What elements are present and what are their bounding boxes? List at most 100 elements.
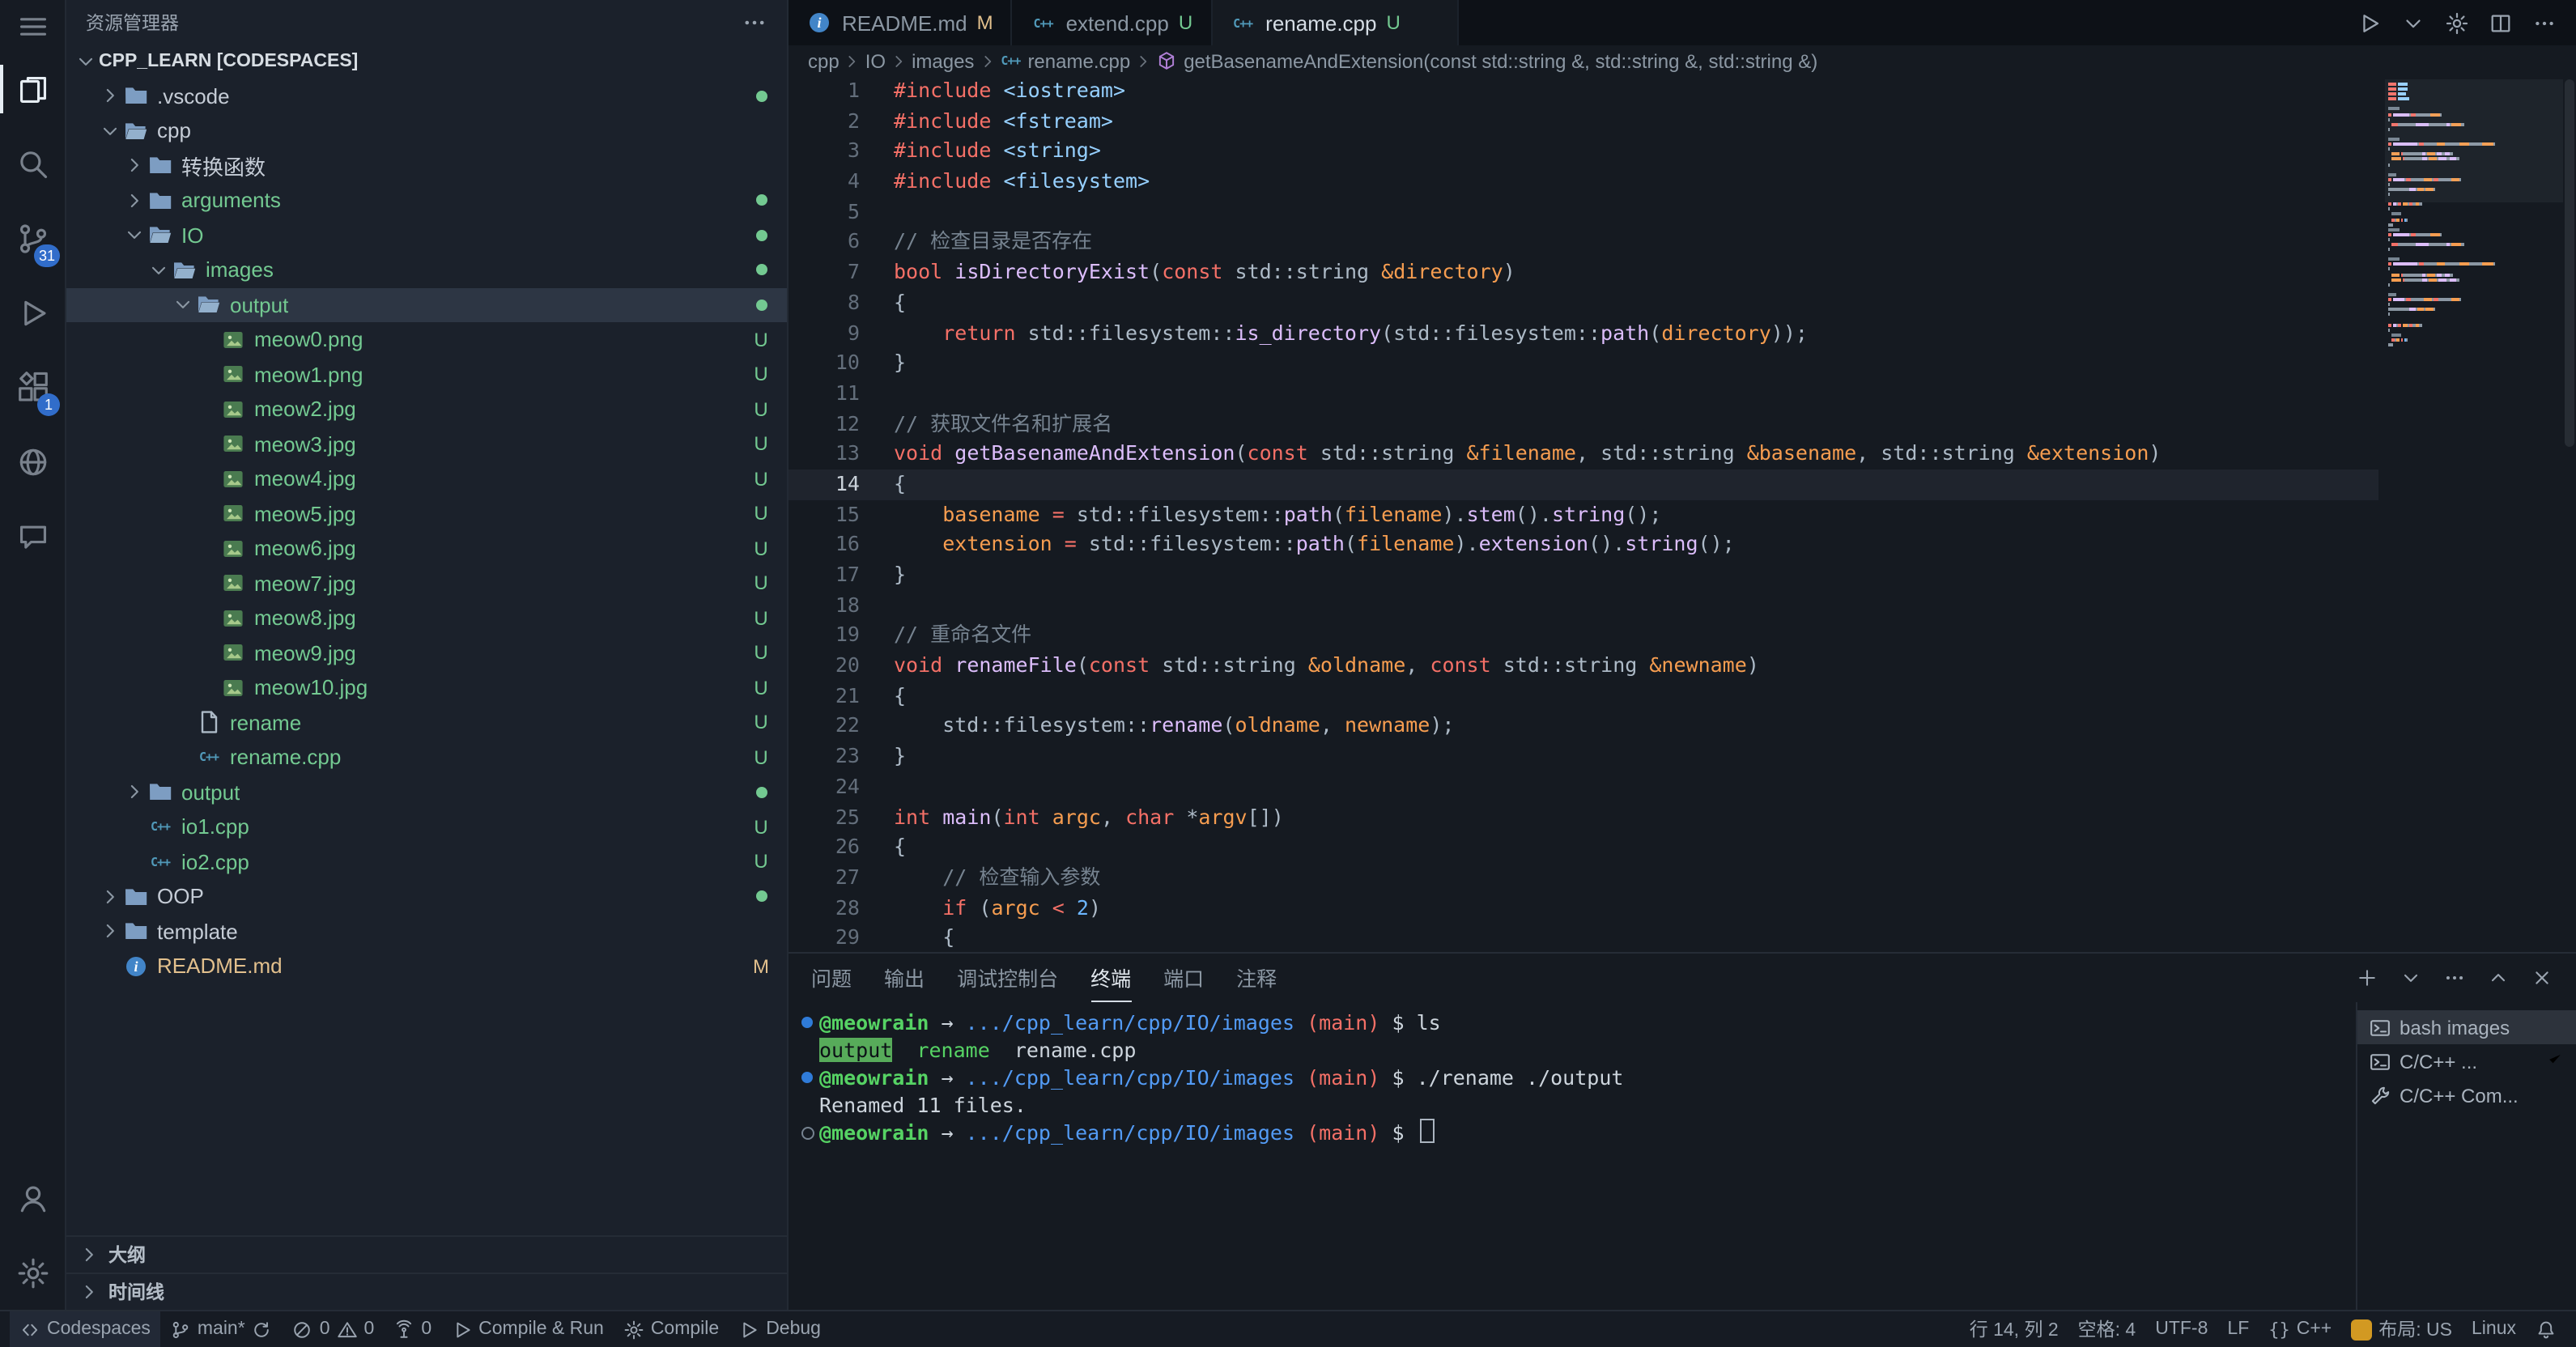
- status-notifications[interactable]: [2526, 1311, 2566, 1347]
- editor-action-ellipsis-icon[interactable]: [2532, 11, 2557, 35]
- tab-extend[interactable]: C++extend.cppU: [1013, 0, 1213, 45]
- tree-item-meow7.jpg[interactable]: meow7.jpgU: [66, 566, 787, 601]
- tree-item-meow10.jpg[interactable]: meow10.jpgU: [66, 670, 787, 705]
- activitybar-item-settings[interactable]: [0, 1235, 65, 1310]
- tree-item-meow6.jpg[interactable]: meow6.jpgU: [66, 531, 787, 566]
- minimap-slider[interactable]: [2385, 79, 2563, 203]
- panel-action-chevron-down-icon[interactable]: [2400, 967, 2422, 989]
- status-input-layout[interactable]: 布局: US: [2341, 1311, 2462, 1347]
- minimap[interactable]: [2388, 79, 2560, 348]
- panel-tab-端口[interactable]: 端口: [1163, 954, 1204, 1002]
- tree-item-output[interactable]: output: [66, 775, 787, 809]
- tree-item-output[interactable]: output: [66, 287, 787, 322]
- tree-item-label: 转换函数: [181, 151, 266, 181]
- terminal[interactable]: @meowrain → .../cpp_learn/cpp/IO/images …: [789, 1002, 2356, 1310]
- close-icon[interactable]: [1413, 10, 1439, 36]
- activitybar-item-menu[interactable]: [0, 0, 65, 52]
- tree-item-io1.cpp[interactable]: C++io1.cppU: [66, 809, 787, 844]
- tree-item-label: io2.cpp: [181, 850, 249, 874]
- scrollbar-thumb[interactable]: [2565, 79, 2574, 447]
- tree-item-meow0.png[interactable]: meow0.pngU: [66, 322, 787, 357]
- git-status-badge: U: [748, 746, 774, 769]
- tree-item-meow5.jpg[interactable]: meow5.jpgU: [66, 496, 787, 531]
- tab-readme[interactable]: iREADME.mdM: [789, 0, 1013, 45]
- tree-item-images[interactable]: images: [66, 253, 787, 287]
- breadcrumb-item[interactable]: C++rename.cpp: [1000, 49, 1130, 72]
- status-problems[interactable]: 00: [283, 1311, 385, 1347]
- status-label: Codespaces: [47, 1319, 151, 1339]
- status-ports[interactable]: 0: [384, 1311, 441, 1347]
- tree-item-arguments[interactable]: arguments: [66, 183, 787, 218]
- tree-item-label: rename.cpp: [230, 746, 341, 770]
- status-task-compile[interactable]: Compile: [614, 1311, 729, 1347]
- status-task-debug[interactable]: Debug: [729, 1311, 831, 1347]
- status-encoding[interactable]: UTF-8: [2145, 1311, 2217, 1347]
- tree-root-row[interactable]: CPP_LEARN [CODESPACES]: [66, 44, 787, 79]
- status-indentation[interactable]: 空格: 4: [2068, 1311, 2146, 1347]
- activitybar-item-comments[interactable]: [0, 499, 65, 573]
- tree-item-meow3.jpg[interactable]: meow3.jpgU: [66, 427, 787, 461]
- breadcrumb-item[interactable]: getBasenameAndExtension(const std::strin…: [1156, 49, 1817, 72]
- terminal-instance-C/C++ Com...[interactable]: C/C++ Com...: [2357, 1078, 2576, 1112]
- tree-item-meow4.jpg[interactable]: meow4.jpgU: [66, 461, 787, 496]
- tree-item-io2.cpp[interactable]: C++io2.cppU: [66, 844, 787, 879]
- panel-action-plus-icon[interactable]: [2356, 967, 2378, 989]
- timeline-section[interactable]: 时间线: [66, 1273, 787, 1310]
- line-number: 12: [789, 409, 894, 439]
- sidebar-more-actions-icon[interactable]: [742, 9, 767, 35]
- tree-item-OOP[interactable]: OOP: [66, 879, 787, 914]
- panel-action-chevron-up-icon[interactable]: [2487, 967, 2510, 989]
- activitybar-item-explorer[interactable]: [0, 52, 65, 126]
- activitybar-item-extensions[interactable]: 1: [0, 350, 65, 424]
- tree-item-IO[interactable]: IO: [66, 218, 787, 253]
- error-icon: [292, 1319, 313, 1340]
- activitybar-item-remote-explorer[interactable]: [0, 424, 65, 499]
- image-icon: [220, 571, 246, 597]
- status-eol[interactable]: LF: [2217, 1311, 2259, 1347]
- tree-item-template[interactable]: template: [66, 914, 787, 949]
- tree-item-rename[interactable]: renameU: [66, 705, 787, 740]
- panel-tab-调试控制台[interactable]: 调试控制台: [957, 954, 1058, 1002]
- panel-action-close-icon[interactable]: [2531, 967, 2553, 989]
- terminal-instance-C/C++ ...[interactable]: C/C++ ...: [2357, 1044, 2576, 1078]
- tree-item-meow8.jpg[interactable]: meow8.jpgU: [66, 601, 787, 635]
- breadcrumb-item[interactable]: cpp: [808, 49, 840, 72]
- outline-section[interactable]: 大纲: [66, 1235, 787, 1273]
- terminal-instance-bash images[interactable]: bash images: [2357, 1010, 2576, 1044]
- status-os[interactable]: Linux: [2462, 1311, 2526, 1347]
- panel-tab-注释[interactable]: 注释: [1236, 954, 1277, 1002]
- status-git-branch[interactable]: main*: [160, 1311, 283, 1347]
- code-editor[interactable]: 1#include <iostream>2#include <fstream>3…: [789, 76, 2378, 952]
- editor-action-chevron-down-icon[interactable]: [2401, 11, 2425, 35]
- tree-item-cpp[interactable]: cpp: [66, 113, 787, 148]
- editor-scrollbar[interactable]: [2561, 76, 2576, 952]
- panel-tab-问题[interactable]: 问题: [811, 954, 852, 1002]
- tree-item-meow2.jpg[interactable]: meow2.jpgU: [66, 392, 787, 427]
- tree-item-README.md[interactable]: iREADME.mdM: [66, 949, 787, 984]
- editor-action-gear-icon[interactable]: [2445, 11, 2469, 35]
- breadcrumb-item[interactable]: images: [912, 49, 974, 72]
- activitybar-item-search[interactable]: [0, 126, 65, 201]
- panel-tab-终端[interactable]: 终端: [1090, 954, 1131, 1002]
- tree-item-rename.cpp[interactable]: C++rename.cppU: [66, 740, 787, 775]
- panel-tab-输出[interactable]: 输出: [884, 954, 925, 1002]
- image-icon: [220, 501, 246, 527]
- tree-item-meow9.jpg[interactable]: meow9.jpgU: [66, 635, 787, 670]
- activitybar-item-source-control[interactable]: 31: [0, 201, 65, 275]
- activitybar-item-run-and-debug[interactable]: [0, 275, 65, 350]
- panel-action-ellipsis-icon[interactable]: [2443, 967, 2466, 989]
- breadcrumb-item[interactable]: IO: [865, 49, 886, 72]
- editor-action-split-icon[interactable]: [2489, 11, 2513, 35]
- tree-item-label: meow8.jpg: [254, 606, 356, 631]
- tree-item-.vscode[interactable]: .vscode: [66, 79, 787, 113]
- activitybar-item-accounts[interactable]: [0, 1161, 65, 1235]
- status-cursor-position[interactable]: 行 14, 列 2: [1960, 1311, 2068, 1347]
- editor-action-run-icon[interactable]: [2357, 11, 2382, 35]
- status-language-mode[interactable]: {}C++: [2259, 1311, 2341, 1347]
- status-remote-indicator[interactable]: Codespaces: [10, 1311, 160, 1347]
- status-task-compile-run[interactable]: Compile & Run: [441, 1311, 614, 1347]
- tree-item-转换函数[interactable]: 转换函数: [66, 148, 787, 183]
- tab-rename[interactable]: C++rename.cppU: [1212, 0, 1459, 45]
- tree-item-meow1.png[interactable]: meow1.pngU: [66, 357, 787, 392]
- status-label: Linux: [2472, 1319, 2516, 1339]
